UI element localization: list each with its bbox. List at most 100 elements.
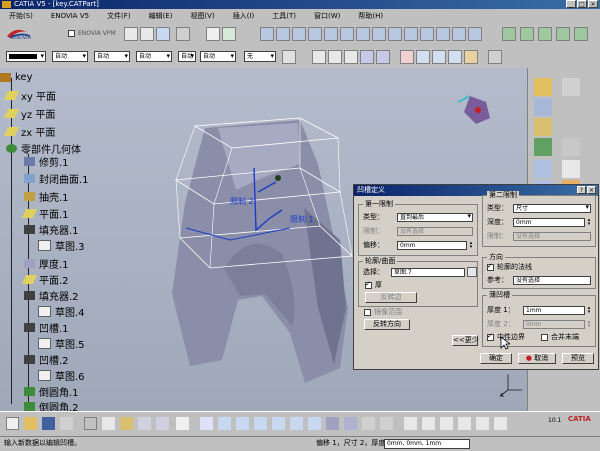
limit-label-1[interactable]: 限制 1 <box>290 214 314 225</box>
tree-item-thickness-1[interactable]: 厚度.1 <box>24 256 69 271</box>
pattern-icon[interactable] <box>488 50 502 64</box>
normal-view-icon[interactable] <box>308 417 321 430</box>
second-limit-input[interactable]: 没有选择 <box>513 232 591 241</box>
measure-view-icon[interactable] <box>440 417 453 430</box>
fillet-tool-icon[interactable] <box>372 27 386 41</box>
direction-reference-input[interactable]: 没有选择 <box>513 276 591 285</box>
tree-item-shell-1[interactable]: 抽壳.1 <box>24 189 69 204</box>
measure-inertia-icon[interactable] <box>448 50 462 64</box>
render-view-icon[interactable] <box>476 417 489 430</box>
enovia-vpm-checkbox[interactable] <box>68 30 75 37</box>
apply-material-icon[interactable] <box>464 50 478 64</box>
render-style-combo[interactable]: 自动 <box>200 51 236 62</box>
neutral-fiber-checkbox[interactable] <box>487 332 494 341</box>
menu-help[interactable]: 帮助(H) <box>349 11 392 21</box>
mirrored-extent-checkbox[interactable] <box>364 309 371 316</box>
zoom-in-icon[interactable] <box>272 417 285 430</box>
fly-mode-icon[interactable] <box>200 417 213 430</box>
minimize-button[interactable]: _ <box>566 0 576 8</box>
pad-feature-icon[interactable] <box>534 118 552 136</box>
redo-icon[interactable] <box>156 417 169 430</box>
point-type-combo[interactable]: 自动 <box>178 51 196 62</box>
shading-icon[interactable] <box>344 417 357 430</box>
sketcher-icon[interactable] <box>562 160 580 178</box>
iso-view-icon[interactable] <box>326 417 339 430</box>
dialog-help-button[interactable]: ? <box>577 186 586 194</box>
dialog-close-button[interactable]: × <box>587 186 596 194</box>
pad-tool-icon[interactable] <box>260 27 274 41</box>
close-surface-tool-icon[interactable] <box>538 27 552 41</box>
thickness-1-spinner[interactable]: ▴ ▾ <box>586 306 592 315</box>
tree-item-trim-1[interactable]: 修剪.1 <box>24 154 69 169</box>
cancel-button[interactable]: ● 取消 <box>518 353 556 364</box>
compass-icon[interactable] <box>457 95 490 124</box>
remove-face-tool-icon[interactable] <box>468 27 482 41</box>
print-icon[interactable] <box>60 417 73 430</box>
tree-item-sketch-4[interactable]: 草图.4 <box>38 304 85 319</box>
layer-combo[interactable]: 无 <box>244 51 276 62</box>
menu-enovia[interactable]: ENOVIA V5 <box>42 12 98 20</box>
menu-view[interactable]: 视图(V) <box>181 11 223 21</box>
first-limit-input[interactable]: 没有选择 <box>397 227 473 236</box>
shell-tool-icon[interactable] <box>420 27 434 41</box>
table-icon[interactable] <box>360 50 374 64</box>
law-icon[interactable] <box>328 50 342 64</box>
first-offset-input[interactable]: 0mm <box>397 241 467 250</box>
thick-icon[interactable] <box>534 160 552 178</box>
reverse-side-button[interactable]: 反转边 <box>365 292 417 303</box>
hole-tool-icon[interactable] <box>324 27 338 41</box>
cursor-icon[interactable] <box>562 78 580 96</box>
pan-icon[interactable] <box>236 417 249 430</box>
zoom-out-icon[interactable] <box>290 417 303 430</box>
merge-ends-checkbox[interactable] <box>541 334 548 341</box>
profile-select-input[interactable]: 草图.7 <box>391 268 465 277</box>
sketch-tool-icon[interactable] <box>124 27 138 41</box>
tree-item-sketch-3[interactable]: 草图.3 <box>38 238 85 253</box>
thick-surface-tool-icon[interactable] <box>520 27 534 41</box>
first-limit-type-select[interactable]: 直到最后 <box>397 213 473 222</box>
color-combo[interactable] <box>6 51 46 62</box>
limit-label-2[interactable]: 限制 2 <box>230 196 254 207</box>
shaft-tool-icon[interactable] <box>292 27 306 41</box>
grid-view-icon[interactable] <box>458 417 471 430</box>
tree-root[interactable]: key <box>0 70 33 84</box>
sketch-view-icon[interactable] <box>404 417 417 430</box>
status-parameter-input[interactable]: 0mm, 0mm, 1mm <box>384 439 470 449</box>
cut-icon[interactable] <box>84 417 97 430</box>
measure-icon[interactable] <box>416 50 430 64</box>
tree-item-close-surface-1[interactable]: 封闭曲面.1 <box>24 171 89 186</box>
reverse-direction-button[interactable]: 反转方向 <box>364 319 410 330</box>
sew-surface-tool-icon[interactable] <box>556 27 570 41</box>
whats-this-icon[interactable] <box>176 417 189 430</box>
constraint-tool-icon[interactable] <box>222 27 236 41</box>
second-depth-spinner[interactable]: ▴ ▾ <box>586 218 592 227</box>
rib-tool-icon[interactable] <box>340 27 354 41</box>
tree-item-sketch-5[interactable]: 草图.5 <box>38 336 85 351</box>
pocket-tool-icon[interactable] <box>276 27 290 41</box>
tree-item-zx-plane[interactable]: zx 平面 <box>3 124 55 139</box>
tree-item-plane-1[interactable]: 平面.1 <box>21 206 69 221</box>
less-button[interactable]: <<更少 <box>452 335 479 346</box>
fit-all-icon[interactable] <box>218 417 231 430</box>
thickness-2-spinner[interactable]: ▴ ▾ <box>586 320 592 329</box>
tree-item-pad-2[interactable]: 填充器.2 <box>24 288 79 303</box>
thread-tool-icon[interactable] <box>452 27 466 41</box>
tree-item-yz-plane[interactable]: yz 平面 <box>3 106 55 121</box>
shaft-feature-icon[interactable] <box>562 138 580 156</box>
menu-start[interactable]: 开始(S) <box>0 11 42 21</box>
menu-edit[interactable]: 编辑(E) <box>140 11 182 21</box>
tree-item-pad-1[interactable]: 填充器.1 <box>24 222 79 237</box>
translate-tool-icon[interactable] <box>574 27 588 41</box>
menu-insert[interactable]: 插入(I) <box>224 11 264 21</box>
chamfer-tool-icon[interactable] <box>388 27 402 41</box>
new-file-icon[interactable] <box>6 417 19 430</box>
swap-space-icon[interactable] <box>380 417 393 430</box>
publish-tool-icon[interactable] <box>206 27 220 41</box>
open-file-icon[interactable] <box>24 417 37 430</box>
menu-tools[interactable]: 工具(T) <box>263 11 305 21</box>
tree-item-xy-plane[interactable]: xy 平面 <box>3 88 56 103</box>
thick-checkbox[interactable] <box>365 280 372 289</box>
measure-item-icon[interactable] <box>432 50 446 64</box>
pocket-feature-icon[interactable] <box>534 138 552 156</box>
tree-item-pocket-2[interactable]: 凹槽.2 <box>24 352 69 367</box>
